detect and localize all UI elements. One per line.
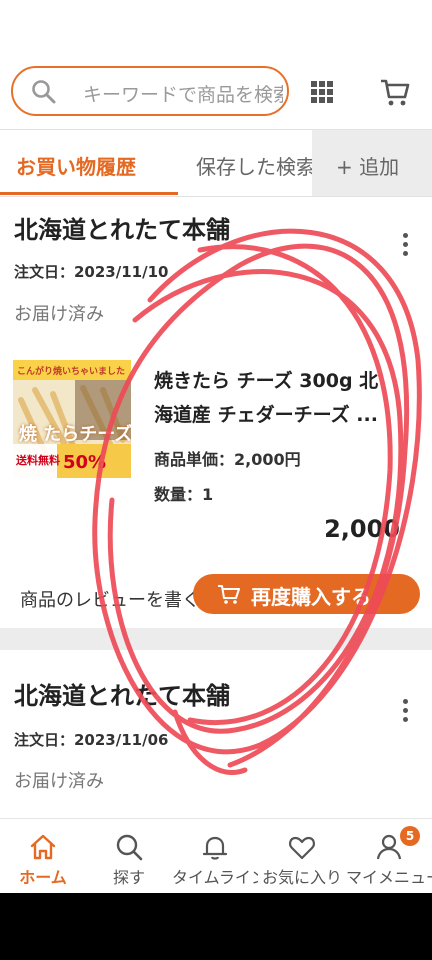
product-name-line1: 焼きたら チーズ 300g 北 bbox=[154, 370, 379, 392]
cart-icon[interactable] bbox=[379, 76, 411, 108]
search-input[interactable]: キーワードで商品を検索 bbox=[11, 66, 289, 116]
thumb-text-3: 送料無料 bbox=[16, 454, 60, 467]
order-date: 注文日：2023/11/06 bbox=[14, 731, 169, 749]
search-icon bbox=[116, 834, 143, 861]
notification-badge: 5 bbox=[400, 826, 420, 846]
nav-favorites-label: お気に入り bbox=[261, 868, 342, 887]
product-name-line2: 海道産 チェダーチーズ ... bbox=[154, 404, 378, 426]
tab-purchase-history[interactable]: お買い物履歴 bbox=[0, 140, 178, 195]
shop-name[interactable]: 北海道とれたて本舗 bbox=[14, 210, 230, 245]
add-tab-label: + 追加 bbox=[336, 155, 400, 179]
bottom-navigation: ホーム 探す タイムライン お気に入り 5 マイメニュー bbox=[0, 818, 432, 893]
more-options-icon[interactable] bbox=[400, 699, 410, 727]
nav-favorites[interactable]: お気に入り bbox=[258, 819, 346, 893]
order-date: 注文日：2023/11/10 bbox=[14, 263, 169, 281]
rebuy-button[interactable]: 再度購入する bbox=[193, 574, 420, 614]
nav-search-label: 探す bbox=[112, 868, 145, 887]
nav-search[interactable]: 探す bbox=[86, 819, 172, 893]
search-placeholder: キーワードで商品を検索 bbox=[83, 84, 283, 106]
rebuy-label: 再度購入する bbox=[251, 585, 371, 609]
tab-active-underline bbox=[0, 192, 178, 195]
system-navigation-bar bbox=[0, 893, 432, 960]
order-separator bbox=[0, 628, 432, 650]
nav-my-menu-label: マイメニュー bbox=[346, 868, 432, 887]
nav-home[interactable]: ホーム bbox=[0, 819, 86, 893]
delivery-status: お届け済み bbox=[14, 771, 104, 792]
cart-icon bbox=[218, 585, 240, 604]
bell-icon bbox=[202, 836, 228, 860]
write-review-link[interactable]: 商品のレビューを書く bbox=[20, 586, 200, 608]
nav-my-menu[interactable]: 5 マイメニュー bbox=[346, 819, 432, 893]
heart-icon bbox=[289, 836, 315, 860]
unit-price: 商品単価：2,000円 bbox=[154, 450, 301, 469]
nav-home-label: ホーム bbox=[19, 868, 67, 887]
tab-saved-search[interactable]: 保存した検索 bbox=[196, 151, 314, 180]
add-tab-button[interactable]: + 追加 bbox=[312, 130, 432, 196]
thumb-text-4: 50% bbox=[63, 452, 107, 473]
more-options-icon[interactable] bbox=[400, 233, 410, 261]
thumb-text-1: こんがり焼いちゃいました bbox=[17, 367, 126, 377]
search-icon bbox=[32, 80, 56, 104]
order-total: 2,000 bbox=[324, 515, 400, 543]
nav-timeline[interactable]: タイムライン bbox=[172, 819, 258, 893]
quantity: 数量：1 bbox=[154, 485, 214, 504]
tabs-divider bbox=[0, 196, 432, 197]
product-thumbnail[interactable]: こんがり焼いちゃいました 焼 たらチーズ 送料無料 50% bbox=[13, 360, 131, 478]
nav-timeline-label: タイムライン bbox=[172, 868, 258, 887]
product-name[interactable]: 焼きたら チーズ 300g 北 海道産 チェダーチーズ ... bbox=[154, 364, 414, 432]
thumb-text-2: 焼 たらチーズ bbox=[19, 424, 131, 445]
grid-icon[interactable] bbox=[310, 80, 334, 104]
tab-purchase-history-label: お買い物履歴 bbox=[16, 155, 136, 179]
home-icon bbox=[30, 834, 56, 860]
shop-name[interactable]: 北海道とれたて本舗 bbox=[14, 676, 230, 711]
delivery-status: お届け済み bbox=[14, 304, 104, 325]
